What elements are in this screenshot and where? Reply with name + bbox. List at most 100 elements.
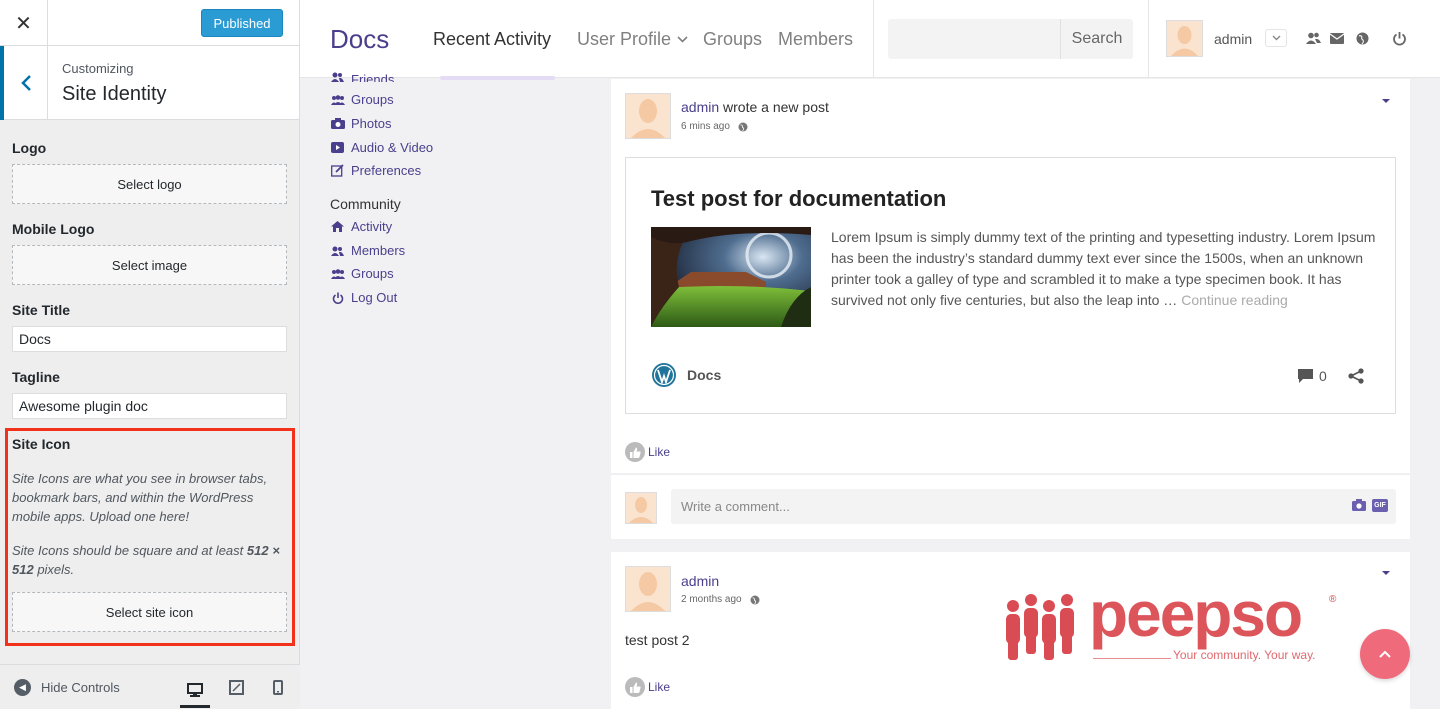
peepso-tagline: Your community. Your way. xyxy=(1173,648,1316,662)
post-author-avatar[interactable] xyxy=(625,566,671,612)
gif-icon[interactable]: GIF xyxy=(1372,499,1388,512)
friends-icon xyxy=(330,72,345,82)
members-icon xyxy=(330,246,345,256)
embed-excerpt: Lorem Ipsum is simply dummy text of the … xyxy=(831,229,1376,308)
collapse-icon: ◀ xyxy=(14,679,31,696)
user-menu-toggle[interactable] xyxy=(1265,29,1287,47)
post-options-caret-icon[interactable] xyxy=(1381,568,1391,578)
published-button[interactable]: Published xyxy=(201,9,283,37)
video-play-icon xyxy=(330,142,345,153)
menu-item-activity[interactable]: Activity xyxy=(330,219,392,234)
like-button[interactable]: Like xyxy=(625,677,670,697)
select-logo-button[interactable]: Select logo xyxy=(12,164,287,204)
tagline-label: Tagline xyxy=(12,369,60,385)
user-avatar[interactable] xyxy=(1166,20,1203,57)
nav-groups[interactable]: Groups xyxy=(703,29,762,50)
menu-item-groups[interactable]: Groups xyxy=(330,92,394,107)
post-author-link[interactable]: admin xyxy=(681,573,719,589)
avatar-placeholder-icon xyxy=(631,572,665,611)
site-title-label: Site Title xyxy=(12,302,71,318)
edit-icon xyxy=(330,164,345,177)
nav-recent-activity[interactable]: Recent Activity xyxy=(433,29,551,50)
mobile-icon xyxy=(273,679,283,695)
customizer-footer: ◀ Hide Controls xyxy=(0,664,300,709)
post-time[interactable]: 6 mins ago xyxy=(681,121,730,132)
site-header: Docs Recent Activity User Profile Groups… xyxy=(300,0,1440,78)
peepso-wordmark: peepso xyxy=(1089,578,1303,650)
menu-item-members[interactable]: Members xyxy=(330,243,405,258)
post-options-caret-icon[interactable] xyxy=(1381,96,1391,106)
continue-reading-link[interactable]: Continue reading xyxy=(1181,292,1288,308)
menu-item-logout[interactable]: Log Out xyxy=(330,290,397,305)
search-button[interactable]: Search xyxy=(1060,19,1133,59)
globe-icon xyxy=(750,595,760,604)
comment-input[interactable]: Write a comment... GIF xyxy=(671,489,1396,524)
menu-item-audio-video[interactable]: Audio & Video xyxy=(330,140,433,155)
site-logo[interactable]: Docs xyxy=(330,24,389,55)
embed-site[interactable]: Docs xyxy=(651,362,721,388)
header-divider xyxy=(873,0,874,78)
header-divider xyxy=(1148,0,1149,78)
preview-mobile-button[interactable] xyxy=(268,677,288,697)
activity-post: admin wrote a new post 6 mins ago Test p… xyxy=(611,79,1410,473)
link-embed-card: Test post for documentation Lorem Ipsum … xyxy=(625,157,1396,414)
close-customizer-button[interactable]: ✕ xyxy=(0,0,48,46)
friends-icon[interactable] xyxy=(1305,30,1321,46)
preview-desktop-button[interactable] xyxy=(180,675,210,708)
menu-item-friends[interactable]: Friends xyxy=(330,70,394,82)
wordpress-logo-icon xyxy=(652,363,676,387)
messages-icon[interactable] xyxy=(1329,30,1345,46)
camera-icon[interactable] xyxy=(1352,499,1366,511)
embed-thumbnail[interactable] xyxy=(651,227,811,327)
desktop-icon xyxy=(187,682,203,697)
embed-comments[interactable]: 0 xyxy=(1298,368,1327,384)
select-mobile-logo-button[interactable]: Select image xyxy=(12,245,287,285)
avatar-placeholder-icon xyxy=(629,497,653,523)
post-author-link[interactable]: admin xyxy=(681,99,719,115)
hide-controls-button[interactable]: ◀ Hide Controls xyxy=(14,679,120,696)
chevron-down-icon xyxy=(677,36,688,43)
avatar-placeholder-icon xyxy=(1171,26,1198,56)
menu-highlight-bar xyxy=(440,76,555,80)
menu-item-preferences[interactable]: Preferences xyxy=(330,163,421,178)
peepso-registered-mark: ® xyxy=(1329,594,1337,605)
post-author-avatar[interactable] xyxy=(625,93,671,139)
share-icon[interactable] xyxy=(1348,368,1364,384)
customizer-header: ✕ Published xyxy=(0,0,299,46)
chevron-left-icon xyxy=(20,75,31,91)
menu-item-community-groups[interactable]: Groups xyxy=(330,266,394,281)
username[interactable]: admin xyxy=(1214,31,1252,47)
search-input[interactable]: Search xyxy=(888,19,1133,59)
logout-power-icon[interactable] xyxy=(1391,30,1407,46)
post-heading: admin wrote a new post xyxy=(681,99,829,115)
scroll-to-top-button[interactable] xyxy=(1360,629,1410,679)
commenter-avatar[interactable] xyxy=(625,492,657,524)
thumbs-up-icon xyxy=(625,677,645,697)
section-title: Site Identity xyxy=(62,83,167,105)
site-title-input[interactable]: Docs xyxy=(12,326,287,352)
site-icon-highlight xyxy=(5,428,295,646)
logo-label: Logo xyxy=(12,140,47,156)
peepso-tagline-rule xyxy=(1093,658,1171,659)
post-meta: 6 mins ago xyxy=(681,121,748,132)
section-header: Customizing Site Identity xyxy=(0,46,299,120)
embed-title[interactable]: Test post for documentation xyxy=(651,186,946,212)
tagline-input[interactable]: Awesome plugin doc xyxy=(12,393,287,419)
back-button[interactable] xyxy=(0,46,48,120)
preview-tablet-button[interactable] xyxy=(226,677,246,697)
groups-icon xyxy=(330,94,345,105)
community-heading: Community xyxy=(330,196,401,212)
profile-menu: Friends Groups Photos Audio & Video Pref… xyxy=(330,70,560,310)
comment-attachments: GIF xyxy=(1352,499,1388,512)
home-icon xyxy=(330,221,345,232)
like-button[interactable]: Like xyxy=(625,442,670,462)
nav-members[interactable]: Members xyxy=(778,29,853,50)
menu-item-photos[interactable]: Photos xyxy=(330,116,391,131)
chevron-up-icon xyxy=(1379,650,1391,658)
peepso-people-logo xyxy=(1006,594,1074,660)
post-time[interactable]: 2 months ago xyxy=(681,594,742,605)
peepso-watermark: peepso ® Your community. Your way. xyxy=(1003,582,1348,665)
nav-user-profile[interactable]: User Profile xyxy=(577,29,688,50)
globe-icon[interactable] xyxy=(1354,30,1370,46)
avatar-placeholder-icon xyxy=(631,99,665,138)
